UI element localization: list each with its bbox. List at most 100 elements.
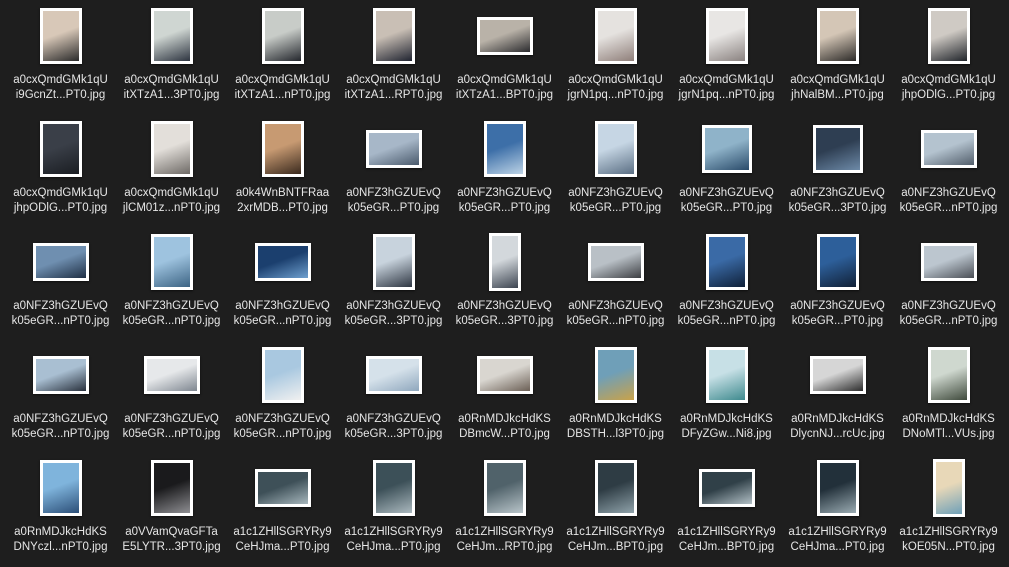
file-name[interactable]: a1c1ZHllSGRYRy9 CeHJm...BPT0.jpg	[562, 525, 670, 555]
file-item[interactable]: a0cxQmdGMk1qU jgrN1pq...nPT0.jpg	[560, 2, 671, 115]
image-thumbnail[interactable]	[32, 243, 89, 281]
file-item[interactable]: a0NFZ3hGZUEvQ k05eGR...nPT0.jpg	[227, 341, 338, 454]
file-item[interactable]: a0NFZ3hGZUEvQ k05eGR...3PT0.jpg	[449, 228, 560, 341]
file-item[interactable]: a0cxQmdGMk1qU i9GcnZt...PT0.jpg	[5, 2, 116, 115]
file-name[interactable]: a0VVamQvaGFTa E5LYTR...3PT0.jpg	[118, 525, 226, 555]
image-thumbnail[interactable]	[705, 347, 748, 403]
file-item[interactable]: a1c1ZHllSGRYRy9 CeHJma...PT0.jpg	[338, 454, 449, 567]
file-item[interactable]: a0cxQmdGMk1qU jlCM01z...nPT0.jpg	[116, 115, 227, 228]
file-name[interactable]: a0cxQmdGMk1qU jhpODlG...PT0.jpg	[895, 73, 1003, 103]
image-thumbnail[interactable]	[932, 459, 965, 517]
file-item[interactable]: a0NFZ3hGZUEvQ k05eGR...PT0.jpg	[671, 115, 782, 228]
image-thumbnail[interactable]	[254, 243, 311, 281]
file-name[interactable]: a0cxQmdGMk1qU jlCM01z...nPT0.jpg	[118, 186, 226, 216]
file-name[interactable]: a1c1ZHllSGRYRy9 CeHJm...RPT0.jpg	[451, 525, 559, 555]
file-name[interactable]: a0cxQmdGMk1qU i9GcnZt...PT0.jpg	[7, 73, 115, 103]
file-name[interactable]: a0k4WnBNTFRaa 2xrMDB...PT0.jpg	[229, 186, 337, 216]
file-item[interactable]: a0NFZ3hGZUEvQ k05eGR...nPT0.jpg	[5, 341, 116, 454]
file-name[interactable]: a0cxQmdGMk1qU itXTzA1...nPT0.jpg	[229, 73, 337, 103]
file-name[interactable]: a0RnMDJkcHdKS DNoMTl...VUs.jpg	[895, 412, 1003, 442]
file-item[interactable]: a0cxQmdGMk1qU jhNalBM...PT0.jpg	[782, 2, 893, 115]
image-thumbnail[interactable]	[261, 347, 304, 403]
image-thumbnail[interactable]	[594, 121, 637, 177]
image-thumbnail[interactable]	[476, 17, 533, 55]
file-item[interactable]: a0NFZ3hGZUEvQ k05eGR...nPT0.jpg	[893, 115, 1004, 228]
image-thumbnail[interactable]	[927, 347, 970, 403]
file-name[interactable]: a0cxQmdGMk1qU jgrN1pq...nPT0.jpg	[673, 73, 781, 103]
file-name[interactable]: a1c1ZHllSGRYRy9 CeHJma...PT0.jpg	[784, 525, 892, 555]
image-thumbnail[interactable]	[261, 8, 304, 64]
image-thumbnail[interactable]	[150, 460, 193, 516]
image-thumbnail[interactable]	[701, 125, 752, 173]
file-name[interactable]: a1c1ZHllSGRYRy9 CeHJma...PT0.jpg	[229, 525, 337, 555]
image-thumbnail[interactable]	[920, 130, 977, 168]
file-name[interactable]: a0NFZ3hGZUEvQ k05eGR...nPT0.jpg	[7, 299, 115, 329]
file-name[interactable]: a0NFZ3hGZUEvQ k05eGR...3PT0.jpg	[340, 299, 448, 329]
image-thumbnail[interactable]	[261, 121, 304, 177]
file-item[interactable]: a1c1ZHllSGRYRy9 kOE05N...PT0.jpg	[893, 454, 1004, 567]
file-name[interactable]: a0NFZ3hGZUEvQ k05eGR...3PT0.jpg	[451, 299, 559, 329]
file-name[interactable]: a0NFZ3hGZUEvQ k05eGR...PT0.jpg	[784, 299, 892, 329]
image-thumbnail[interactable]	[809, 356, 866, 394]
file-item[interactable]: a0NFZ3hGZUEvQ k05eGR...3PT0.jpg	[338, 341, 449, 454]
file-name[interactable]: a0RnMDJkcHdKS DFyZGw...Ni8.jpg	[673, 412, 781, 442]
file-item[interactable]: a0NFZ3hGZUEvQ k05eGR...nPT0.jpg	[227, 228, 338, 341]
file-item[interactable]: a0NFZ3hGZUEvQ k05eGR...PT0.jpg	[782, 228, 893, 341]
image-thumbnail[interactable]	[483, 121, 526, 177]
image-thumbnail[interactable]	[488, 233, 521, 291]
file-name[interactable]: a0NFZ3hGZUEvQ k05eGR...nPT0.jpg	[229, 412, 337, 442]
file-item[interactable]: a1c1ZHllSGRYRy9 CeHJm...BPT0.jpg	[671, 454, 782, 567]
image-thumbnail[interactable]	[254, 469, 311, 507]
file-item[interactable]: a0RnMDJkcHdKS DNoMTl...VUs.jpg	[893, 341, 1004, 454]
file-item[interactable]: a0NFZ3hGZUEvQ k05eGR...PT0.jpg	[560, 115, 671, 228]
file-name[interactable]: a1c1ZHllSGRYRy9 CeHJm...BPT0.jpg	[673, 525, 781, 555]
file-item[interactable]: a0cxQmdGMk1qU jgrN1pq...nPT0.jpg	[671, 2, 782, 115]
image-thumbnail[interactable]	[150, 121, 193, 177]
file-item[interactable]: a0RnMDJkcHdKS DNYczl...nPT0.jpg	[5, 454, 116, 567]
file-item[interactable]: a0cxQmdGMk1qU itXTzA1...3PT0.jpg	[116, 2, 227, 115]
file-item[interactable]: a0NFZ3hGZUEvQ k05eGR...PT0.jpg	[449, 115, 560, 228]
image-thumbnail[interactable]	[39, 460, 82, 516]
file-item[interactable]: a0NFZ3hGZUEvQ k05eGR...3PT0.jpg	[782, 115, 893, 228]
file-name[interactable]: a0RnMDJkcHdKS DBSTH...l3PT0.jpg	[562, 412, 670, 442]
file-item[interactable]: a0NFZ3hGZUEvQ k05eGR...nPT0.jpg	[893, 228, 1004, 341]
image-thumbnail[interactable]	[476, 356, 533, 394]
image-thumbnail[interactable]	[920, 243, 977, 281]
file-name[interactable]: a1c1ZHllSGRYRy9 kOE05N...PT0.jpg	[895, 525, 1003, 555]
file-item[interactable]: a0RnMDJkcHdKS DlycnNJ...rcUc.jpg	[782, 341, 893, 454]
image-thumbnail[interactable]	[812, 125, 863, 173]
file-name[interactable]: a0NFZ3hGZUEvQ k05eGR...nPT0.jpg	[895, 299, 1003, 329]
file-item[interactable]: a0cxQmdGMk1qU itXTzA1...RPT0.jpg	[338, 2, 449, 115]
file-name[interactable]: a0NFZ3hGZUEvQ k05eGR...PT0.jpg	[562, 186, 670, 216]
file-item[interactable]: a0VVamQvaGFTa E5LYTR...3PT0.jpg	[116, 454, 227, 567]
file-item[interactable]: a0NFZ3hGZUEvQ k05eGR...PT0.jpg	[338, 115, 449, 228]
file-item[interactable]: a1c1ZHllSGRYRy9 CeHJm...RPT0.jpg	[449, 454, 560, 567]
file-item[interactable]: a0cxQmdGMk1qU itXTzA1...BPT0.jpg	[449, 2, 560, 115]
file-name[interactable]: a0NFZ3hGZUEvQ k05eGR...nPT0.jpg	[229, 299, 337, 329]
image-thumbnail[interactable]	[365, 130, 422, 168]
file-name[interactable]: a0cxQmdGMk1qU jhpODlG...PT0.jpg	[7, 186, 115, 216]
file-item[interactable]: a0NFZ3hGZUEvQ k05eGR...nPT0.jpg	[671, 228, 782, 341]
image-thumbnail[interactable]	[594, 347, 637, 403]
image-thumbnail[interactable]	[816, 234, 859, 290]
file-name[interactable]: a0NFZ3hGZUEvQ k05eGR...nPT0.jpg	[7, 412, 115, 442]
file-name[interactable]: a0NFZ3hGZUEvQ k05eGR...PT0.jpg	[673, 186, 781, 216]
file-item[interactable]: a1c1ZHllSGRYRy9 CeHJm...BPT0.jpg	[560, 454, 671, 567]
image-thumbnail[interactable]	[150, 234, 193, 290]
image-thumbnail[interactable]	[816, 8, 859, 64]
file-name[interactable]: a0cxQmdGMk1qU itXTzA1...RPT0.jpg	[340, 73, 448, 103]
file-name[interactable]: a0NFZ3hGZUEvQ k05eGR...nPT0.jpg	[118, 412, 226, 442]
image-thumbnail[interactable]	[816, 460, 859, 516]
file-name[interactable]: a0cxQmdGMk1qU jhNalBM...PT0.jpg	[784, 73, 892, 103]
file-name[interactable]: a0RnMDJkcHdKS DNYczl...nPT0.jpg	[7, 525, 115, 555]
file-item[interactable]: a0RnMDJkcHdKS DFyZGw...Ni8.jpg	[671, 341, 782, 454]
image-thumbnail[interactable]	[372, 234, 415, 290]
file-name[interactable]: a0NFZ3hGZUEvQ k05eGR...nPT0.jpg	[895, 186, 1003, 216]
image-thumbnail[interactable]	[698, 469, 755, 507]
file-name[interactable]: a0RnMDJkcHdKS DBmcW...PT0.jpg	[451, 412, 559, 442]
file-name[interactable]: a1c1ZHllSGRYRy9 CeHJma...PT0.jpg	[340, 525, 448, 555]
file-item[interactable]: a0NFZ3hGZUEvQ k05eGR...nPT0.jpg	[116, 228, 227, 341]
file-name[interactable]: a0NFZ3hGZUEvQ k05eGR...PT0.jpg	[340, 186, 448, 216]
file-name[interactable]: a0NFZ3hGZUEvQ k05eGR...3PT0.jpg	[340, 412, 448, 442]
file-name[interactable]: a0cxQmdGMk1qU itXTzA1...BPT0.jpg	[451, 73, 559, 103]
